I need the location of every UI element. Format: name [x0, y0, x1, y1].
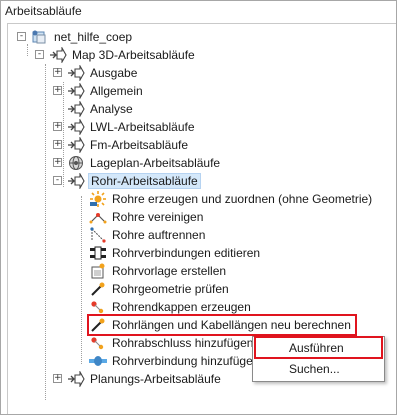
collapse-toggle[interactable]: -	[35, 50, 44, 59]
collapse-toggle[interactable]: -	[17, 32, 26, 41]
tree-node-lageplan[interactable]: + Lageplan-Arbeitsabläufe	[53, 154, 222, 172]
workflow-arrow-icon	[67, 81, 85, 101]
tree-label: Rohrvorlage erstellen	[112, 264, 227, 278]
tree-label: Fm-Arbeitsabläufe	[90, 138, 189, 152]
expand-toggle[interactable]: +	[53, 158, 62, 167]
workflow-arrow-icon	[67, 117, 85, 137]
tree-label: net_hilfe_coep	[54, 30, 133, 44]
tree-label: Planungs-Arbeitsabläufe	[90, 372, 221, 386]
merge-pipes-icon	[89, 209, 107, 225]
tree-label: Rohrabschluss hinzufügen	[112, 336, 254, 350]
tree-item-rohre-vereinigen[interactable]: Rohre vereinigen	[89, 208, 205, 226]
collapse-toggle[interactable]: -	[53, 176, 62, 185]
tree-label: Map 3D-Arbeitsabläufe	[72, 48, 195, 62]
expand-toggle[interactable]: +	[53, 122, 62, 131]
tree-item-rohre-erzeugen[interactable]: Rohre erzeugen und zuordnen (ohne Geomet…	[89, 190, 374, 208]
workflow-arrow-icon	[67, 135, 85, 155]
tree-label: Rohrgeometrie prüfen	[112, 282, 229, 296]
tree-item-rohrgeometrie-pruefen[interactable]: Rohrgeometrie prüfen	[89, 280, 231, 298]
endcap-icon	[89, 335, 107, 351]
workflow-arrow-icon	[67, 63, 85, 83]
tree-node-allgemein[interactable]: + Allgemein	[53, 81, 145, 101]
tree-node-lwl[interactable]: + LWL-Arbeitsabläufe	[53, 117, 197, 137]
tree-line	[45, 64, 46, 400]
tree-label: Allgemein	[90, 84, 143, 98]
tree-node-map3d[interactable]: - Map 3D-Arbeitsabläufe	[35, 45, 197, 65]
workflow-arrow-icon	[67, 99, 85, 119]
magic-wand-icon	[89, 281, 107, 297]
workflow-arrow-icon	[67, 369, 85, 389]
pipe-connection-icon	[89, 245, 107, 261]
expand-toggle[interactable]: +	[53, 86, 62, 95]
tree-node-analyse[interactable]: Analyse	[67, 99, 135, 119]
workflow-arrow-icon	[67, 171, 85, 191]
tree-label: Analyse	[90, 102, 133, 116]
template-icon	[89, 263, 107, 279]
tree-node-root[interactable]: - net_hilfe_coep	[17, 28, 134, 46]
expand-toggle[interactable]: +	[53, 68, 62, 77]
tree-label-selected: Rohr-Arbeitsabläufe	[88, 173, 201, 189]
tree-item-rohrverbindungen-editieren[interactable]: Rohrverbindungen editieren	[89, 244, 262, 262]
highlight-frame-menu	[254, 336, 383, 359]
menu-item-label: Suchen...	[289, 362, 340, 376]
pipe-joint-icon	[89, 353, 107, 369]
tree-item-rohrvorlage-erstellen[interactable]: Rohrvorlage erstellen	[89, 262, 228, 280]
tree-label: Lageplan-Arbeitsabläufe	[90, 156, 221, 170]
tree-node-rohr[interactable]: - Rohr-Arbeitsabläufe	[53, 171, 201, 191]
tree-item-rohrabschluss-hinzufuegen[interactable]: Rohrabschluss hinzufügen	[89, 334, 255, 352]
tree-item-rohre-auftrennen[interactable]: Rohre auftrennen	[89, 226, 207, 244]
menu-item-suchen[interactable]: Suchen...	[254, 359, 381, 379]
tree-label: Rohrendkappen erzeugen	[112, 300, 251, 314]
tree-label: Rohre vereinigen	[112, 210, 204, 224]
tree-node-ausgabe[interactable]: + Ausgabe	[53, 63, 139, 83]
tree-label: Rohrverbindungen editieren	[112, 246, 261, 260]
tree-label: Rohre auftrennen	[112, 228, 206, 242]
tree-label: Rohrverbindung hinzufügen	[112, 354, 260, 368]
tree-node-fm[interactable]: + Fm-Arbeitsabläufe	[53, 135, 190, 155]
split-pipes-icon	[89, 227, 107, 243]
globe-icon	[67, 155, 85, 171]
project-icon	[31, 29, 49, 45]
highlight-frame-item	[87, 314, 357, 336]
tree-label: LWL-Arbeitsabläufe	[90, 120, 195, 134]
sun-star-icon	[89, 191, 107, 207]
tree-node-planungs[interactable]: + Planungs-Arbeitsabläufe	[53, 369, 223, 389]
panel-title: Arbeitsabläufe	[5, 4, 82, 18]
tree-line	[81, 196, 82, 364]
workflow-arrow-icon	[49, 45, 67, 65]
expand-toggle[interactable]: +	[53, 374, 62, 383]
tree-item-rohrverbindung-hinzufuegen[interactable]: Rohrverbindung hinzufügen	[89, 352, 261, 370]
tree-label: Ausgabe	[90, 66, 138, 80]
endcap-icon	[89, 299, 107, 315]
workflow-panel: Arbeitsabläufe - net_hilfe_coep - Map 3D…	[0, 0, 397, 415]
tree-label: Rohre erzeugen und zuordnen (ohne Geomet…	[112, 192, 373, 206]
expand-toggle[interactable]: +	[53, 140, 62, 149]
